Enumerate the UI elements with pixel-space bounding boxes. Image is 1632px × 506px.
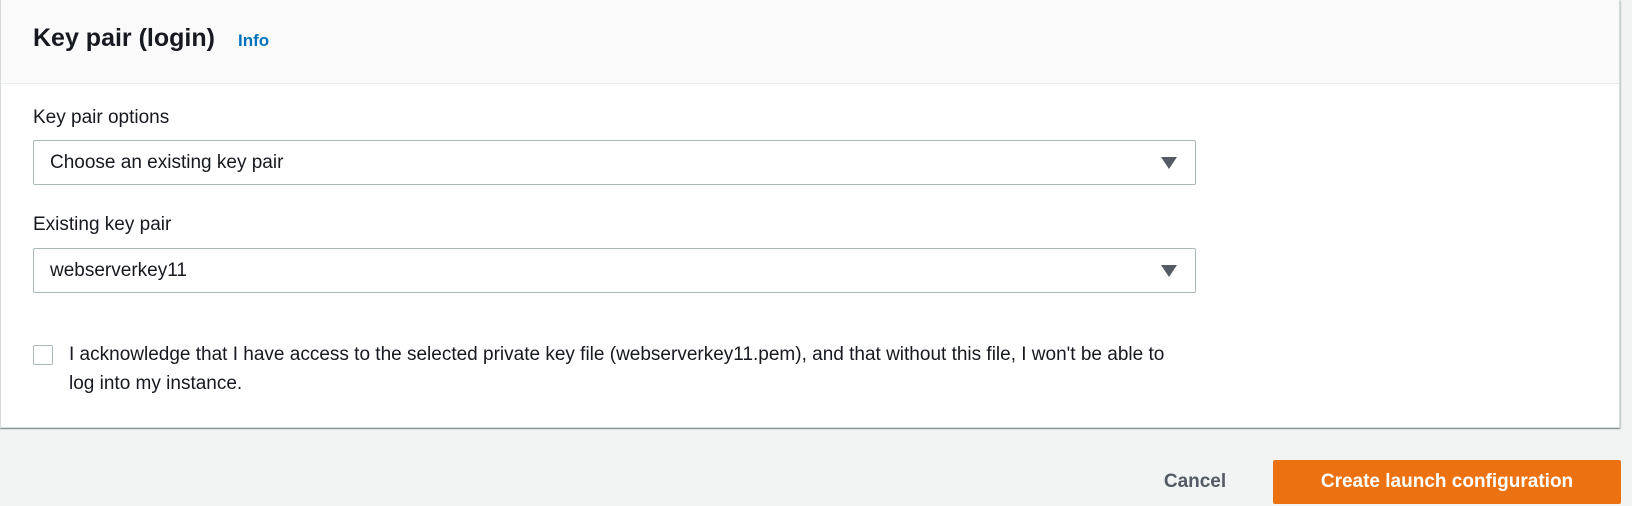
panel-header: Key pair (login) Info <box>1 0 1619 84</box>
create-launch-configuration-button[interactable]: Create launch configuration <box>1273 460 1621 504</box>
caret-down-icon <box>1161 264 1177 277</box>
caret-down-icon <box>1161 156 1177 169</box>
panel-title: Key pair (login) <box>33 24 215 52</box>
acknowledge-label: I acknowledge that I have access to the … <box>69 344 1165 394</box>
info-link[interactable]: Info <box>238 31 269 51</box>
key-pair-options-label: Key pair options <box>33 107 170 128</box>
key-pair-panel: Key pair (login) Info Key pair options C… <box>0 0 1620 428</box>
key-pair-options-select[interactable]: Choose an existing key pair <box>33 140 1196 185</box>
acknowledge-checkbox[interactable] <box>33 345 53 365</box>
key-pair-options-value: Choose an existing key pair <box>50 151 284 173</box>
existing-key-pair-label: Existing key pair <box>33 214 172 235</box>
existing-key-pair-value: webserverkey11 <box>50 259 187 281</box>
cancel-button[interactable]: Cancel <box>1130 459 1260 505</box>
existing-key-pair-select[interactable]: webserverkey11 <box>33 248 1196 293</box>
